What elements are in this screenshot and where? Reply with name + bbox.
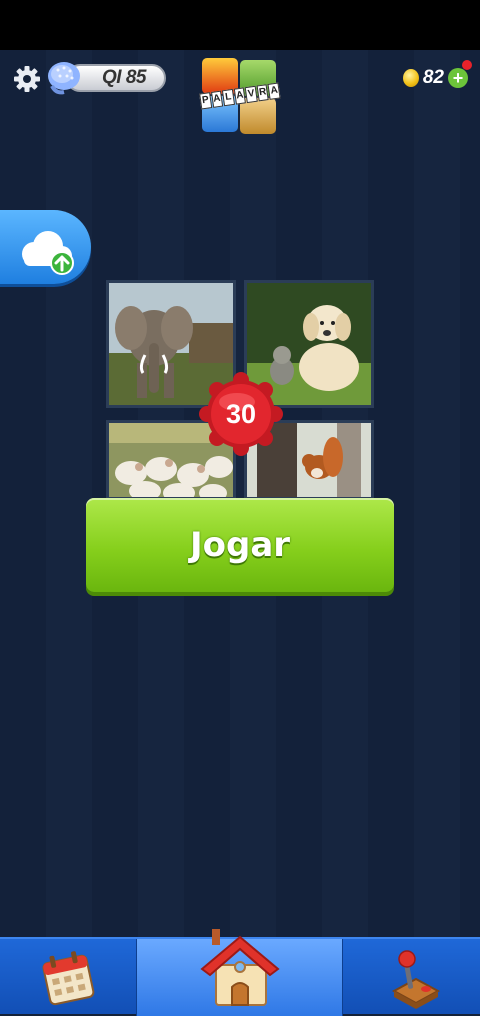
nav-divider [136, 939, 137, 1016]
coin-counter[interactable]: 82 + [402, 60, 472, 92]
logo-letter: R [256, 84, 270, 102]
notification-dot [462, 60, 472, 70]
play-button[interactable]: Jogar [86, 498, 394, 592]
plus-icon[interactable]: + [448, 60, 472, 88]
logo-letter: A [267, 82, 281, 100]
nav-item-home[interactable] [198, 927, 282, 1011]
game-logo: P A L A V R A [199, 58, 281, 134]
nav-item-games[interactable] [386, 947, 446, 1009]
level-number: 30 [225, 398, 257, 429]
calendar-icon [42, 951, 95, 1006]
gear-icon[interactable] [12, 64, 42, 94]
level-label: QI 85 [102, 67, 146, 88]
level-number-badge: 30 [197, 372, 285, 456]
nav-divider [342, 939, 343, 1016]
brain-icon [48, 62, 80, 95]
joystick-icon [391, 950, 441, 1009]
coin-count: 82 [422, 67, 444, 88]
logo-letter: A [210, 90, 224, 108]
cloud-upload-icon [22, 231, 74, 275]
logo-letter: P [199, 92, 212, 110]
logo-letter: L [222, 88, 235, 107]
play-button-label: Jogar [189, 525, 291, 565]
coin-icon [402, 69, 419, 87]
bottom-nav [0, 929, 480, 1016]
home-icon [200, 929, 280, 1006]
logo-letter: V [244, 85, 258, 104]
cloud-save-button[interactable] [0, 210, 91, 284]
logo-letter: A [233, 87, 247, 105]
status-bar [0, 0, 480, 50]
nav-item-calendar[interactable] [38, 947, 98, 1009]
